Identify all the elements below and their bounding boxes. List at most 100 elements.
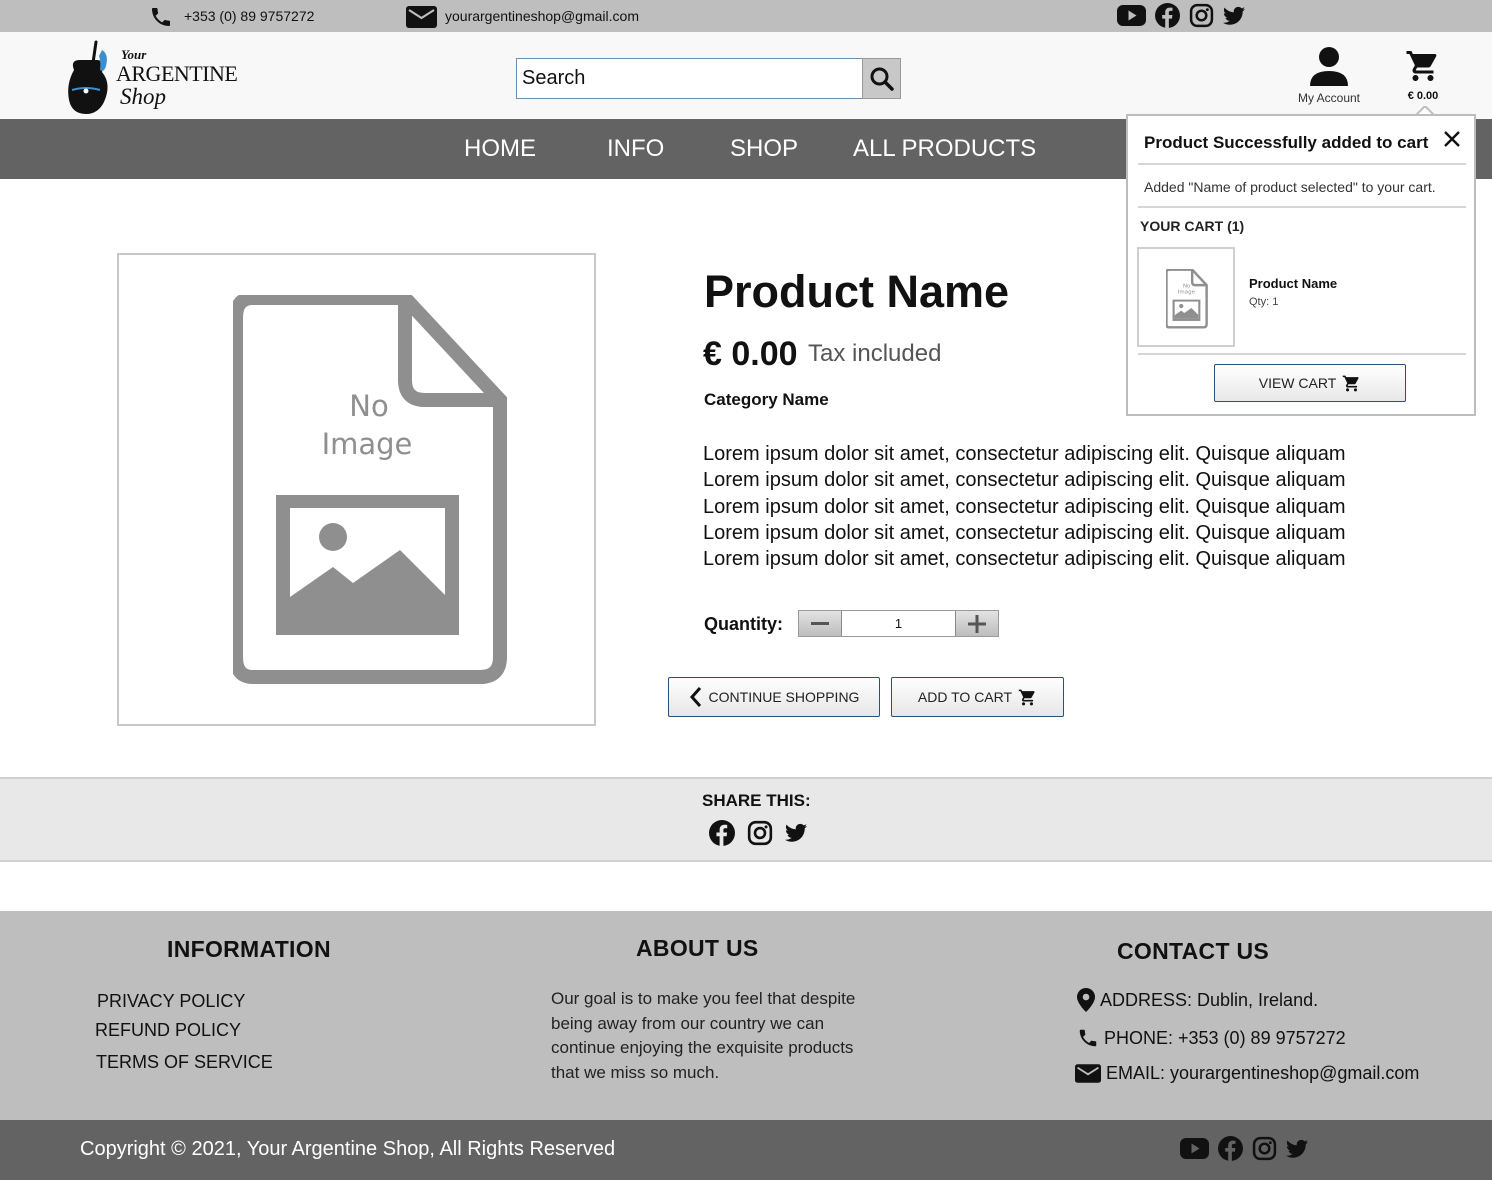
my-account-label: My Account xyxy=(1297,91,1361,105)
mate-gourd-logo-icon xyxy=(68,40,108,114)
product-category[interactable]: Category Name xyxy=(704,390,829,410)
added-to-cart-popup: Product Successfully added to cart Added… xyxy=(1126,114,1476,416)
close-icon[interactable] xyxy=(1442,129,1462,149)
facebook-icon[interactable] xyxy=(709,820,735,846)
product-title: Product Name xyxy=(704,266,1010,317)
contact-email: EMAIL: yourargentineshop@gmail.com xyxy=(1075,1063,1419,1084)
no-image-text-line2: Image xyxy=(322,427,413,461)
share-title: SHARE THIS: xyxy=(702,791,811,810)
add-to-cart-label: ADD TO CART xyxy=(917,689,1013,705)
no-image-icon: No Image xyxy=(233,295,507,684)
my-account-link[interactable]: My Account xyxy=(1290,46,1368,105)
description-line: Lorem ipsum dolor sit amet, consectetur … xyxy=(703,521,1346,544)
refund-policy-link[interactable]: REFUND POLICY xyxy=(95,1020,241,1041)
instagram-icon[interactable] xyxy=(1189,3,1214,28)
description-line: Lorem ipsum dolor sit amet, consectetur … xyxy=(703,495,1346,518)
share-icons xyxy=(709,820,807,846)
description-line: Lorem ipsum dolor sit amet, consectetur … xyxy=(703,443,1346,465)
quantity-label: Quantity: xyxy=(704,614,783,634)
top-email[interactable]: yourargentineshop@gmail.com xyxy=(445,8,639,24)
cart-icon xyxy=(1406,51,1437,81)
top-phone-number[interactable]: +353 (0) 89 9757272 xyxy=(184,8,314,24)
no-image-icon: No Image xyxy=(1166,269,1208,329)
site-header: Your ARGENTINE Shop My Account € 0.00 xyxy=(0,32,1492,119)
quantity-increase-button[interactable] xyxy=(955,611,998,636)
top-contact-bar: +353 (0) 89 9757272 yourargentineshop@gm… xyxy=(0,0,1492,32)
nav-home[interactable]: HOME xyxy=(464,135,536,163)
shop-logo[interactable]: Your ARGENTINE Shop xyxy=(66,40,238,116)
terms-of-service-link[interactable]: TERMS OF SERVICE xyxy=(96,1052,273,1073)
cart-icon xyxy=(1343,375,1359,391)
chevron-left-icon xyxy=(689,687,701,707)
quantity-value[interactable]: 1 xyxy=(842,611,955,636)
contact-address-text: ADDRESS: Dublin, Ireland. xyxy=(1100,989,1319,1010)
quantity-stepper: 1 xyxy=(798,610,999,637)
description-line: Lorem ipsum dolor sit amet, consectetur … xyxy=(703,469,1346,492)
no-image-text-line1: No xyxy=(349,389,388,423)
popup-message: Added "Name of product selected" to your… xyxy=(1144,179,1436,195)
search-input[interactable] xyxy=(516,58,864,99)
mail-icon xyxy=(406,6,437,28)
search-icon xyxy=(870,67,894,91)
nav-shop[interactable]: SHOP xyxy=(730,135,798,163)
product-image: No Image xyxy=(117,253,596,726)
about-heading: ABOUT US xyxy=(636,935,759,961)
thumb-text-line2: Image xyxy=(1178,290,1196,296)
contact-heading: CONTACT US xyxy=(1117,938,1270,964)
continue-shopping-button[interactable]: CONTINUE SHOPPING xyxy=(668,677,880,717)
nav-info[interactable]: INFO xyxy=(607,135,664,163)
information-heading: INFORMATION xyxy=(167,936,331,962)
search-button[interactable] xyxy=(862,58,901,99)
divider xyxy=(1138,353,1466,355)
popup-cart-heading: YOUR CART (1) xyxy=(1140,218,1245,234)
privacy-policy-link[interactable]: PRIVACY POLICY xyxy=(97,991,245,1012)
cart-item-thumbnail[interactable]: No Image xyxy=(1137,247,1235,347)
twitter-icon[interactable] xyxy=(1223,6,1245,26)
contact-phone-text[interactable]: PHONE: +353 (0) 89 9757272 xyxy=(1104,1028,1346,1049)
phone-icon xyxy=(149,5,173,29)
copyright-text: Copyright © 2021, Your Argentine Shop, A… xyxy=(80,1138,616,1160)
mail-icon xyxy=(1075,1064,1101,1083)
cart-total: € 0.00 xyxy=(1407,90,1439,102)
tax-note: Tax included xyxy=(808,340,942,367)
footer-social-links xyxy=(1180,1136,1308,1161)
phone-icon xyxy=(1079,1029,1097,1047)
youtube-icon[interactable] xyxy=(1117,5,1146,26)
instagram-icon[interactable] xyxy=(1252,1136,1277,1161)
product-price: € 0.00 xyxy=(703,335,798,373)
thumb-text-line1: No xyxy=(1183,284,1191,290)
continue-shopping-label: CONTINUE SHOPPING xyxy=(708,689,860,705)
contact-address: ADDRESS: Dublin, Ireland. xyxy=(1077,988,1318,1012)
description-line: Lorem ipsum dolor sit amet, consectetur … xyxy=(703,548,1346,571)
top-social-links xyxy=(1117,3,1245,28)
twitter-icon[interactable] xyxy=(1286,1139,1308,1159)
youtube-icon[interactable] xyxy=(1180,1138,1209,1159)
divider xyxy=(1138,206,1466,208)
plus-icon xyxy=(968,614,986,633)
view-cart-button[interactable]: VIEW CART xyxy=(1214,364,1406,402)
site-footer: INFORMATION PRIVACY POLICY REFUND POLICY… xyxy=(0,911,1492,1120)
contact-email-text[interactable]: EMAIL: yourargentineshop@gmail.com xyxy=(1106,1063,1419,1084)
cart-item-quantity: Qty: 1 xyxy=(1249,296,1279,308)
user-icon xyxy=(1310,47,1348,86)
logo-text-shop: Shop xyxy=(120,84,166,109)
about-text: Our goal is to make you feel that despit… xyxy=(551,989,856,1083)
share-section: SHARE THIS: xyxy=(0,777,1492,862)
cart-icon xyxy=(1018,689,1035,705)
facebook-icon[interactable] xyxy=(1155,3,1180,28)
cart-item-name[interactable]: Product Name xyxy=(1249,276,1337,291)
contact-phone: PHONE: +353 (0) 89 9757272 xyxy=(1077,1027,1346,1049)
minus-icon xyxy=(811,621,829,625)
add-to-cart-button[interactable]: ADD TO CART xyxy=(891,677,1064,717)
divider xyxy=(1138,163,1466,165)
header-cart-link[interactable]: € 0.00 xyxy=(1398,48,1448,102)
quantity-decrease-button[interactable] xyxy=(799,611,842,636)
instagram-icon[interactable] xyxy=(747,820,773,846)
view-cart-label: VIEW CART xyxy=(1258,375,1337,391)
popup-title: Product Successfully added to cart xyxy=(1144,133,1429,152)
product-description: Lorem ipsum dolor sit amet, consectetur … xyxy=(703,441,1383,572)
twitter-icon[interactable] xyxy=(785,823,807,843)
map-pin-icon xyxy=(1077,988,1095,1012)
nav-all-products[interactable]: ALL PRODUCTS xyxy=(853,135,1036,163)
facebook-icon[interactable] xyxy=(1218,1136,1243,1161)
